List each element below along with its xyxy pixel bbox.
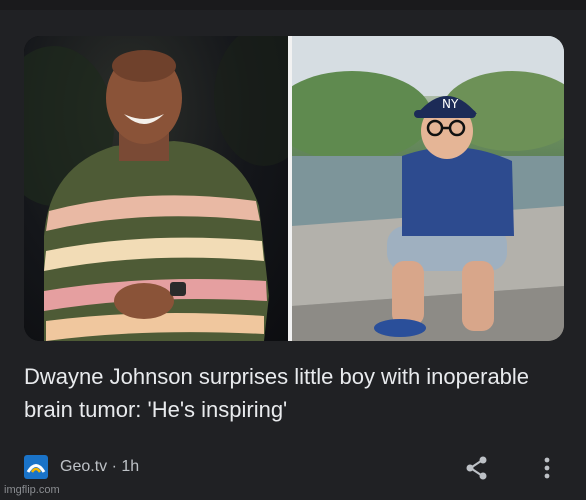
imgflip-watermark: imgflip.com bbox=[4, 484, 60, 496]
article-meta-row: Geo.tv · 1h bbox=[24, 455, 564, 481]
more-options-button[interactable] bbox=[538, 455, 556, 481]
boy-in-ny-cap-photo: NY bbox=[292, 36, 564, 341]
news-feed-card-screen: NY Dwayne Johnson surprises little boy w… bbox=[0, 0, 586, 500]
publish-time: 1h bbox=[121, 458, 140, 475]
svg-text:NY: NY bbox=[442, 97, 459, 111]
share-icon bbox=[466, 456, 487, 480]
article-headline[interactable]: Dwayne Johnson surprises little boy with… bbox=[24, 360, 564, 426]
more-vert-icon bbox=[544, 457, 550, 479]
source-and-time: Geo.tv · 1h bbox=[60, 458, 139, 476]
man-illustration bbox=[24, 36, 288, 341]
share-button[interactable] bbox=[464, 455, 490, 481]
man-in-striped-sweater-photo bbox=[24, 36, 288, 341]
meta-separator: · bbox=[111, 458, 117, 475]
geo-tv-logo-icon bbox=[24, 455, 48, 479]
top-edge bbox=[0, 0, 586, 10]
source-name: Geo.tv bbox=[60, 458, 108, 475]
boy-illustration: NY bbox=[292, 36, 564, 341]
article-image-card[interactable]: NY bbox=[24, 36, 564, 341]
